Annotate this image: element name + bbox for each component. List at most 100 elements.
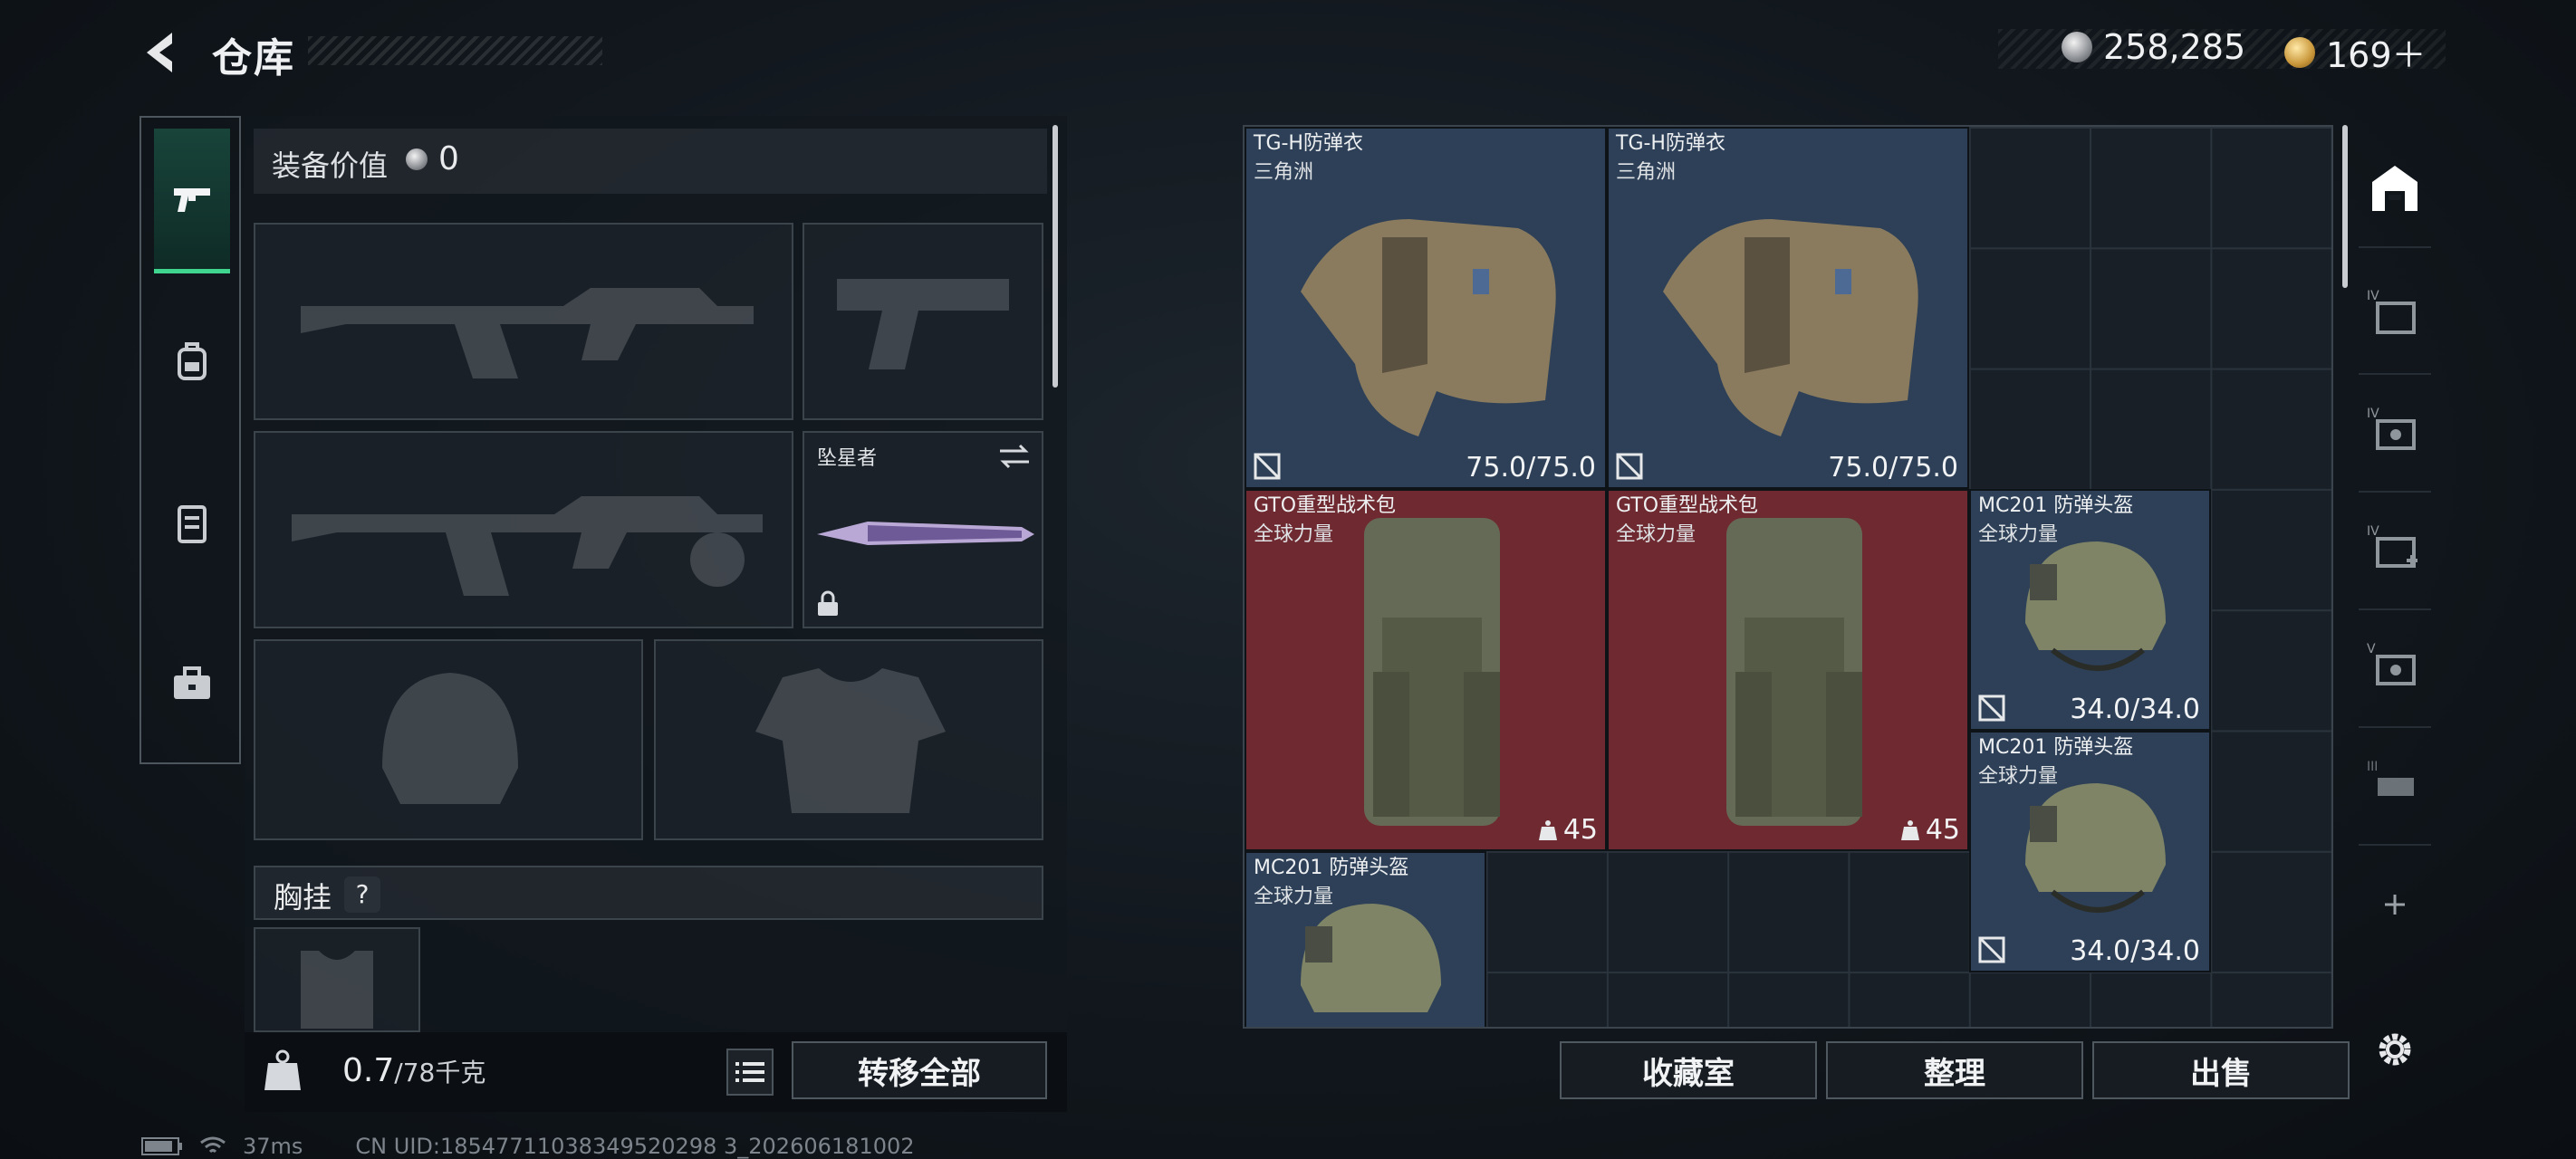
silver-coin-icon [2062, 32, 2092, 62]
crate-tab-icon: V [2367, 642, 2416, 685]
inventory-item[interactable]: GTO重型战术包 全球力量 45 [1607, 489, 1969, 851]
armor-silhouette-icon [755, 668, 946, 813]
item-name: MC201 防弹头盔 [1978, 494, 2134, 517]
toolbox-icon [174, 666, 210, 699]
item-capacity-value: 45 [1925, 814, 1960, 846]
gear-icon [2379, 1033, 2411, 1066]
weight-icon [264, 1049, 301, 1090]
lock-icon [818, 590, 838, 616]
gold-coin-icon [2284, 36, 2315, 68]
rig-icon [178, 505, 207, 543]
item-brand: 三角洲 [1254, 161, 1314, 184]
swap-icon[interactable] [998, 444, 1031, 469]
weight-current: 0.7 [342, 1052, 395, 1089]
add-tab-button[interactable] [2359, 846, 2431, 963]
tab-iv-medkit[interactable]: IV [2359, 493, 2431, 610]
inventory-grid[interactable]: TG-H防弹衣 三角洲 75.0/75.0 TG-H防弹衣 三角洲 75.0/7… [1243, 125, 2333, 1029]
equipment-scrollbar[interactable] [1053, 125, 1058, 388]
warehouse-icon [2372, 166, 2417, 211]
weight-max: /78千克 [394, 1058, 486, 1087]
status-bar: 37ms CN UID:18547711038349520298 3_20260… [141, 1134, 915, 1159]
helmet-slot[interactable] [254, 639, 643, 840]
tab-level-label: V [2367, 642, 2376, 656]
item-durability: 75.0/75.0 [1828, 452, 1958, 484]
tab-iii-gun[interactable]: III [2359, 728, 2431, 846]
back-arrow-icon [147, 33, 172, 72]
collection-room-button[interactable]: 收藏室 [1560, 1041, 1817, 1099]
item-name: TG-H防弹衣 [1254, 132, 1363, 155]
silver-amount: 258,285 [2103, 27, 2246, 67]
tab-v-crate[interactable]: V [2359, 610, 2431, 728]
item-durability: 34.0/34.0 [2070, 935, 2200, 967]
melee-slot[interactable]: 坠星者 [803, 431, 1043, 628]
list-view-button[interactable] [726, 1049, 774, 1096]
silver-coin-icon [406, 148, 428, 170]
medkit-tab-icon: IV [2367, 524, 2417, 568]
helmet-icon [1301, 904, 1441, 1012]
backpack-icon [178, 342, 207, 380]
no-repair-icon [1254, 453, 1281, 480]
pistol-slot[interactable] [803, 223, 1043, 420]
item-name: MC201 防弹头盔 [1978, 736, 2134, 759]
rail-tab-toolbox[interactable] [154, 612, 230, 757]
add-icon [2385, 895, 2405, 915]
wifi-icon [200, 1136, 226, 1154]
item-durability: 34.0/34.0 [2070, 694, 2200, 725]
tab-level-label: IV [2367, 407, 2379, 421]
primary-weapon-slot[interactable] [254, 223, 793, 420]
helmet-icon [2025, 541, 2166, 671]
tab-level-label: IV [2367, 289, 2379, 303]
equipment-category-rail [139, 116, 241, 764]
sell-button[interactable]: 出售 [2092, 1041, 2350, 1099]
battery-icon [141, 1137, 182, 1155]
page-title: 仓库 [212, 35, 295, 81]
folder-tab-icon: IV [2367, 289, 2416, 334]
weight-small-icon [1900, 819, 1919, 840]
secondary-weapon-slot[interactable] [254, 431, 793, 628]
list-icon [735, 1062, 764, 1082]
tab-iv-folder[interactable]: IV [2359, 257, 2431, 375]
transfer-all-button[interactable]: 转移全部 [792, 1041, 1047, 1099]
back-button[interactable] [136, 25, 190, 80]
inventory-item[interactable]: TG-H防弹衣 三角洲 75.0/75.0 [1245, 127, 1607, 489]
gold-amount: 169＋ [2326, 35, 2427, 75]
body-armor-icon [1663, 219, 1918, 436]
inventory-item[interactable]: TG-H防弹衣 三角洲 75.0/75.0 [1607, 127, 1969, 489]
settings-button[interactable] [2359, 991, 2431, 1108]
item-brand: 全球力量 [1616, 523, 1697, 546]
item-capacity: 45 [1900, 814, 1960, 846]
inventory-item[interactable]: MC201 防弹头盔 全球力量 34.0/34.0 [1969, 489, 2211, 731]
organize-button[interactable]: 整理 [1826, 1041, 2083, 1099]
backpack-icon [1726, 518, 1862, 826]
item-durability: 75.0/75.0 [1466, 452, 1596, 484]
tab-level-label: IV [2367, 524, 2379, 539]
inventory-item[interactable]: MC201 防弹头盔 全球力量 [1245, 851, 1486, 1027]
weight-small-icon [1538, 819, 1557, 840]
equipment-value-label: 装备价值 [272, 148, 389, 183]
carry-weight: 0.7/78千克 [342, 1052, 485, 1089]
chest-rig-slot[interactable] [254, 927, 420, 1032]
tab-level-label: III [2367, 760, 2378, 774]
no-repair-icon [1978, 694, 2005, 722]
currency-gold[interactable]: 169＋ [2284, 27, 2427, 77]
rail-tab-backpack[interactable] [154, 290, 230, 435]
backpack-icon [1364, 518, 1500, 826]
rail-tab-rig[interactable] [154, 451, 230, 596]
user-uid: CN UID:18547711038349520298 3_2026061810… [355, 1134, 915, 1159]
help-button[interactable]: ? [344, 876, 380, 913]
pistol-silhouette-icon [837, 279, 1009, 369]
item-name: MC201 防弹头盔 [1254, 857, 1409, 879]
inventory-item[interactable]: MC201 防弹头盔 全球力量 34.0/34.0 [1969, 731, 2211, 972]
helmet-icon [2025, 783, 2166, 913]
tab-iv-crate[interactable]: IV [2359, 375, 2431, 493]
inventory-item[interactable]: GTO重型战术包 全球力量 45 [1245, 489, 1607, 851]
ping: 37ms [243, 1134, 303, 1159]
tab-warehouse[interactable] [2359, 130, 2431, 248]
armor-slot[interactable] [654, 639, 1043, 840]
item-name: TG-H防弹衣 [1616, 132, 1725, 155]
melee-name: 坠星者 [817, 447, 878, 470]
currency-silver: 258,285 [2062, 27, 2245, 67]
rail-tab-weapons[interactable] [154, 129, 230, 273]
inventory-scrollbar[interactable] [2342, 125, 2348, 288]
gun-tab-icon: III [2367, 760, 2414, 796]
